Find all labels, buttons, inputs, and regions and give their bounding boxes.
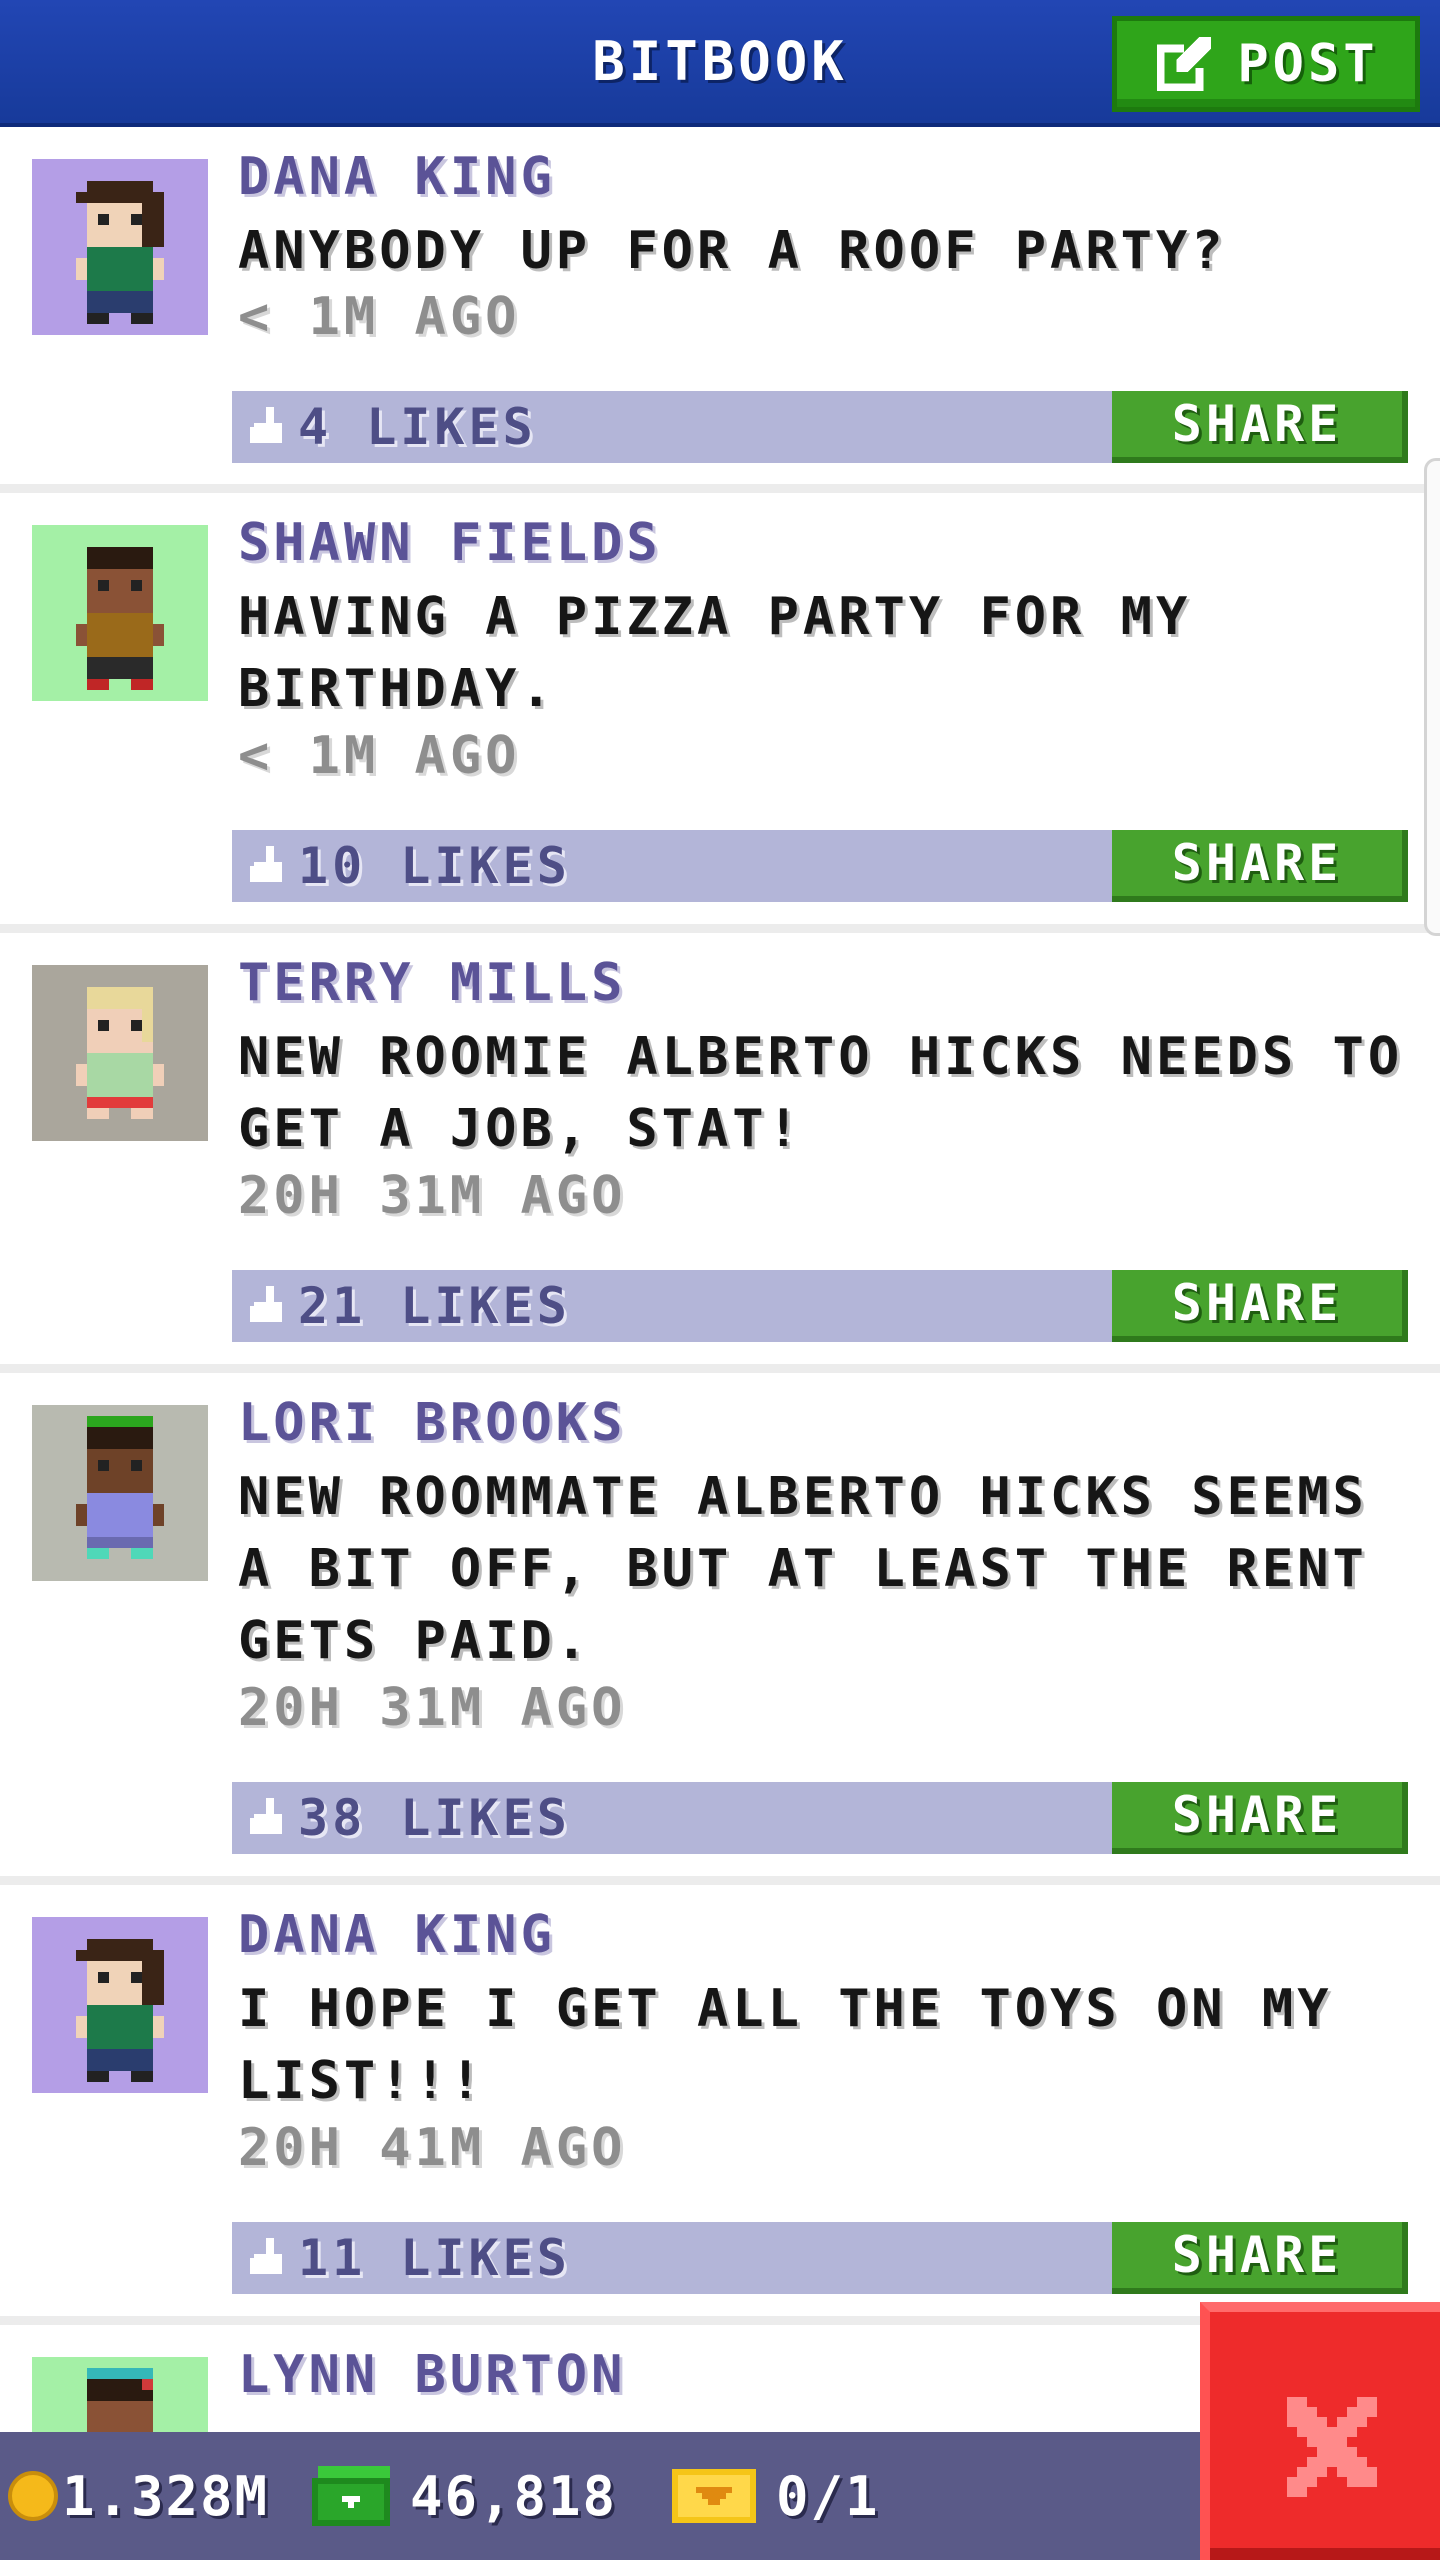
thumbs-up-icon <box>250 1798 282 1834</box>
share-button[interactable]: SHARE <box>1112 830 1408 902</box>
ticket-icon <box>672 2469 756 2523</box>
post-text-line: GET A JOB, STAT! <box>238 1099 803 1159</box>
avatar-image <box>32 1917 208 2093</box>
post-author[interactable]: LYNN BURTON <box>238 2345 626 2405</box>
post-author[interactable]: LORI BROOKS <box>238 1393 626 1453</box>
top-bar: BITBOOK POST <box>0 0 1440 127</box>
coins-value: 1.328M <box>62 2464 270 2528</box>
bux-display: 46,818 <box>312 2432 617 2560</box>
like-button[interactable]: 4 LIKES <box>232 391 537 463</box>
scrollbar[interactable] <box>1424 458 1440 936</box>
post-text-line: A BIT OFF, BUT AT LEAST THE RENT <box>238 1539 1368 1599</box>
avatar[interactable] <box>32 525 208 701</box>
feed-post: SHAWN FIELDS HAVING A PIZZA PARTY FOR MY… <box>0 493 1440 933</box>
avatar-image <box>32 525 208 701</box>
post-text-line: GETS PAID. <box>238 1611 592 1671</box>
avatar[interactable] <box>32 965 208 1141</box>
share-button[interactable]: SHARE <box>1112 391 1408 463</box>
post-text: NEW ROOMIE ALBERTO HICKS NEEDS TO GET A … <box>238 1021 1418 1165</box>
like-bar: 11 LIKES SHARE <box>232 2222 1408 2294</box>
post-text: HAVING A PIZZA PARTY FOR MY BIRTHDAY. <box>238 581 1418 725</box>
like-bar: 10 LIKES SHARE <box>232 830 1408 902</box>
avatar-image <box>32 159 208 335</box>
edit-icon <box>1157 36 1212 92</box>
like-count: 38 LIKES <box>298 1789 571 1847</box>
tickets-display: 0/1 <box>670 2432 880 2560</box>
post-text-line: NEW ROOMMATE ALBERTO HICKS SEEMS <box>238 1467 1368 1527</box>
coin-icon <box>8 2471 58 2521</box>
avatar-image <box>32 965 208 1141</box>
like-count: 21 LIKES <box>298 1277 571 1335</box>
close-button[interactable] <box>1200 2302 1440 2560</box>
feed-post: LORI BROOKS NEW ROOMMATE ALBERTO HICKS S… <box>0 1373 1440 1885</box>
post-author[interactable]: DANA KING <box>238 147 556 207</box>
post-time: 20H 41M AGO <box>238 2118 627 2178</box>
thumbs-up-icon <box>250 407 282 443</box>
thumbs-up-icon <box>250 2238 282 2274</box>
post-text: NEW ROOMMATE ALBERTO HICKS SEEMS A BIT O… <box>238 1461 1418 1677</box>
like-button[interactable]: 11 LIKES <box>232 2222 571 2294</box>
close-icon <box>1287 2397 1377 2497</box>
avatar-image <box>32 1405 208 1581</box>
like-bar: 38 LIKES SHARE <box>232 1782 1408 1854</box>
like-count: 4 LIKES <box>298 398 537 456</box>
post-button[interactable]: POST <box>1112 16 1420 112</box>
bux-value: 46,818 <box>410 2464 618 2528</box>
post-text-line: LIST!!! <box>238 2051 486 2111</box>
like-button[interactable]: 21 LIKES <box>232 1270 571 1342</box>
like-count: 11 LIKES <box>298 2229 571 2287</box>
share-button[interactable]: SHARE <box>1112 1782 1408 1854</box>
share-button[interactable]: SHARE <box>1112 2222 1408 2294</box>
feed-post: TERRY MILLS NEW ROOMIE ALBERTO HICKS NEE… <box>0 933 1440 1373</box>
share-button[interactable]: SHARE <box>1112 1270 1408 1342</box>
avatar[interactable] <box>32 159 208 335</box>
post-time: < 1M AGO <box>238 726 521 786</box>
coins-display: 1.328M <box>8 2432 269 2560</box>
like-bar: 4 LIKES SHARE <box>232 391 1408 463</box>
post-time: < 1M AGO <box>238 287 521 347</box>
post-text-line: I HOPE I GET ALL THE TOYS ON MY <box>238 1979 1333 2039</box>
feed-post: DANA KING ANYBODY UP FOR A ROOF PARTY? <… <box>0 127 1440 493</box>
post-author[interactable]: TERRY MILLS <box>238 953 626 1013</box>
avatar[interactable] <box>32 1917 208 2093</box>
post-author[interactable]: SHAWN FIELDS <box>238 513 662 573</box>
thumbs-up-icon <box>250 1286 282 1322</box>
thumbs-up-icon <box>250 846 282 882</box>
post-text-line: HAVING A PIZZA PARTY FOR MY <box>238 587 1192 647</box>
post-text: ANYBODY UP FOR A ROOF PARTY? <box>238 215 1418 287</box>
feed-post: DANA KING I HOPE I GET ALL THE TOYS ON M… <box>0 1885 1440 2325</box>
tickets-value: 0/1 <box>776 2464 880 2528</box>
post-time: 20H 31M AGO <box>238 1166 627 1226</box>
avatar[interactable] <box>32 1405 208 1581</box>
bux-icon <box>312 2466 390 2526</box>
post-button-label: POST <box>1237 34 1379 94</box>
like-bar: 21 LIKES SHARE <box>232 1270 1408 1342</box>
post-text-line: BIRTHDAY. <box>238 659 556 719</box>
like-count: 10 LIKES <box>298 837 571 895</box>
post-text-line: NEW ROOMIE ALBERTO HICKS NEEDS TO <box>238 1027 1404 1087</box>
post-text-line: ANYBODY UP FOR A ROOF PARTY? <box>238 221 1227 281</box>
like-button[interactable]: 10 LIKES <box>232 830 571 902</box>
feed-list: DANA KING ANYBODY UP FOR A ROOF PARTY? <… <box>0 127 1440 2533</box>
post-text: I HOPE I GET ALL THE TOYS ON MY LIST!!! <box>238 1973 1418 2117</box>
like-button[interactable]: 38 LIKES <box>232 1782 571 1854</box>
post-author[interactable]: DANA KING <box>238 1905 556 1965</box>
post-time: 20H 31M AGO <box>238 1678 627 1738</box>
